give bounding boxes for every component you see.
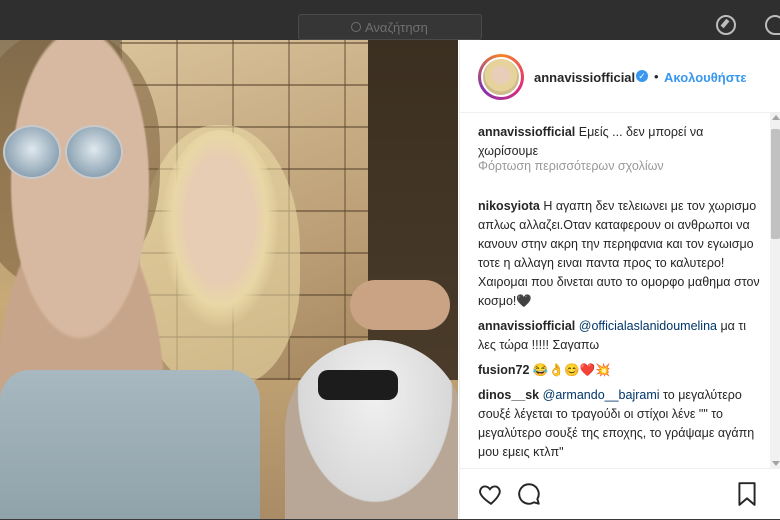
search-placeholder: Αναζήτηση	[365, 20, 428, 35]
comment-mention[interactable]: @officialaslanidoumelina	[579, 319, 717, 333]
comment-username[interactable]: annavissiofficial	[478, 125, 575, 139]
comment-username[interactable]: nikosyiota	[478, 199, 540, 213]
avatar[interactable]	[481, 57, 521, 97]
comment-item: nikosyiota Η αγαπη δεν τελειωνει με τον …	[478, 197, 763, 311]
comment-username[interactable]: fusion72	[478, 363, 529, 377]
post-modal: annavissiofficial ✓ • Ακολουθήστε annavi…	[0, 40, 780, 519]
comment-username[interactable]: annavissiofficial	[478, 319, 575, 333]
comments-list[interactable]: annavissiofficial Εμείς ... δεν μπορεί ν…	[460, 113, 770, 468]
comment-username[interactable]: dinos__sk	[478, 388, 539, 402]
separator-dot: •	[654, 69, 659, 84]
explore-icon[interactable]	[716, 15, 736, 35]
search-icon	[351, 22, 361, 32]
comment-bubble-icon[interactable]	[516, 481, 542, 507]
avatar-story-ring[interactable]	[478, 54, 524, 100]
denim-shirt	[0, 370, 260, 519]
scroll-up-arrow-icon[interactable]	[772, 115, 780, 120]
post-side-panel: annavissiofficial ✓ • Ακολουθήστε annavi…	[459, 40, 780, 519]
mirrored-sunglasses	[3, 125, 123, 180]
activity-heart-icon[interactable]	[765, 15, 780, 35]
scroll-down-arrow-icon[interactable]	[772, 461, 780, 466]
post-photo[interactable]	[0, 40, 458, 519]
post-header: annavissiofficial ✓ • Ακολουθήστε	[460, 40, 780, 113]
post-actions-bar	[460, 468, 780, 520]
header-username[interactable]: annavissiofficial	[534, 70, 635, 85]
white-haired-man	[285, 340, 458, 519]
scroll-thumb[interactable]	[771, 129, 780, 239]
comment-item: annavissiofficial @officialaslanidoumeli…	[478, 317, 763, 355]
comment-text: 😂👌😊❤️💥	[532, 363, 611, 377]
follow-button[interactable]: Ακολουθήστε	[664, 70, 747, 85]
top-navigation-bar: Αναζήτηση	[0, 0, 780, 40]
comment-item: fusion72 😂👌😊❤️💥	[478, 361, 763, 380]
search-input[interactable]: Αναζήτηση	[298, 14, 482, 40]
caption: annavissiofficial Εμείς ... δεν μπορεί ν…	[478, 123, 763, 161]
comment-mention[interactable]: @armando__bajrami	[543, 388, 660, 402]
hand	[350, 280, 450, 330]
save-bookmark-icon[interactable]	[734, 481, 760, 507]
comment-item: dinos__sk @armando__bajrami το μεγαλύτερ…	[478, 386, 763, 462]
verified-badge-icon: ✓	[636, 70, 648, 82]
comments-scrollbar[interactable]	[770, 113, 780, 468]
comment-text: Η αγαπη δεν τελειωνει με τον χωρισμο απλ…	[478, 199, 760, 308]
like-heart-icon[interactable]	[478, 481, 504, 507]
dark-sunglasses	[318, 370, 398, 400]
load-more-comments-button[interactable]: Φόρτωση περισσότερων σχολίων	[478, 159, 664, 173]
